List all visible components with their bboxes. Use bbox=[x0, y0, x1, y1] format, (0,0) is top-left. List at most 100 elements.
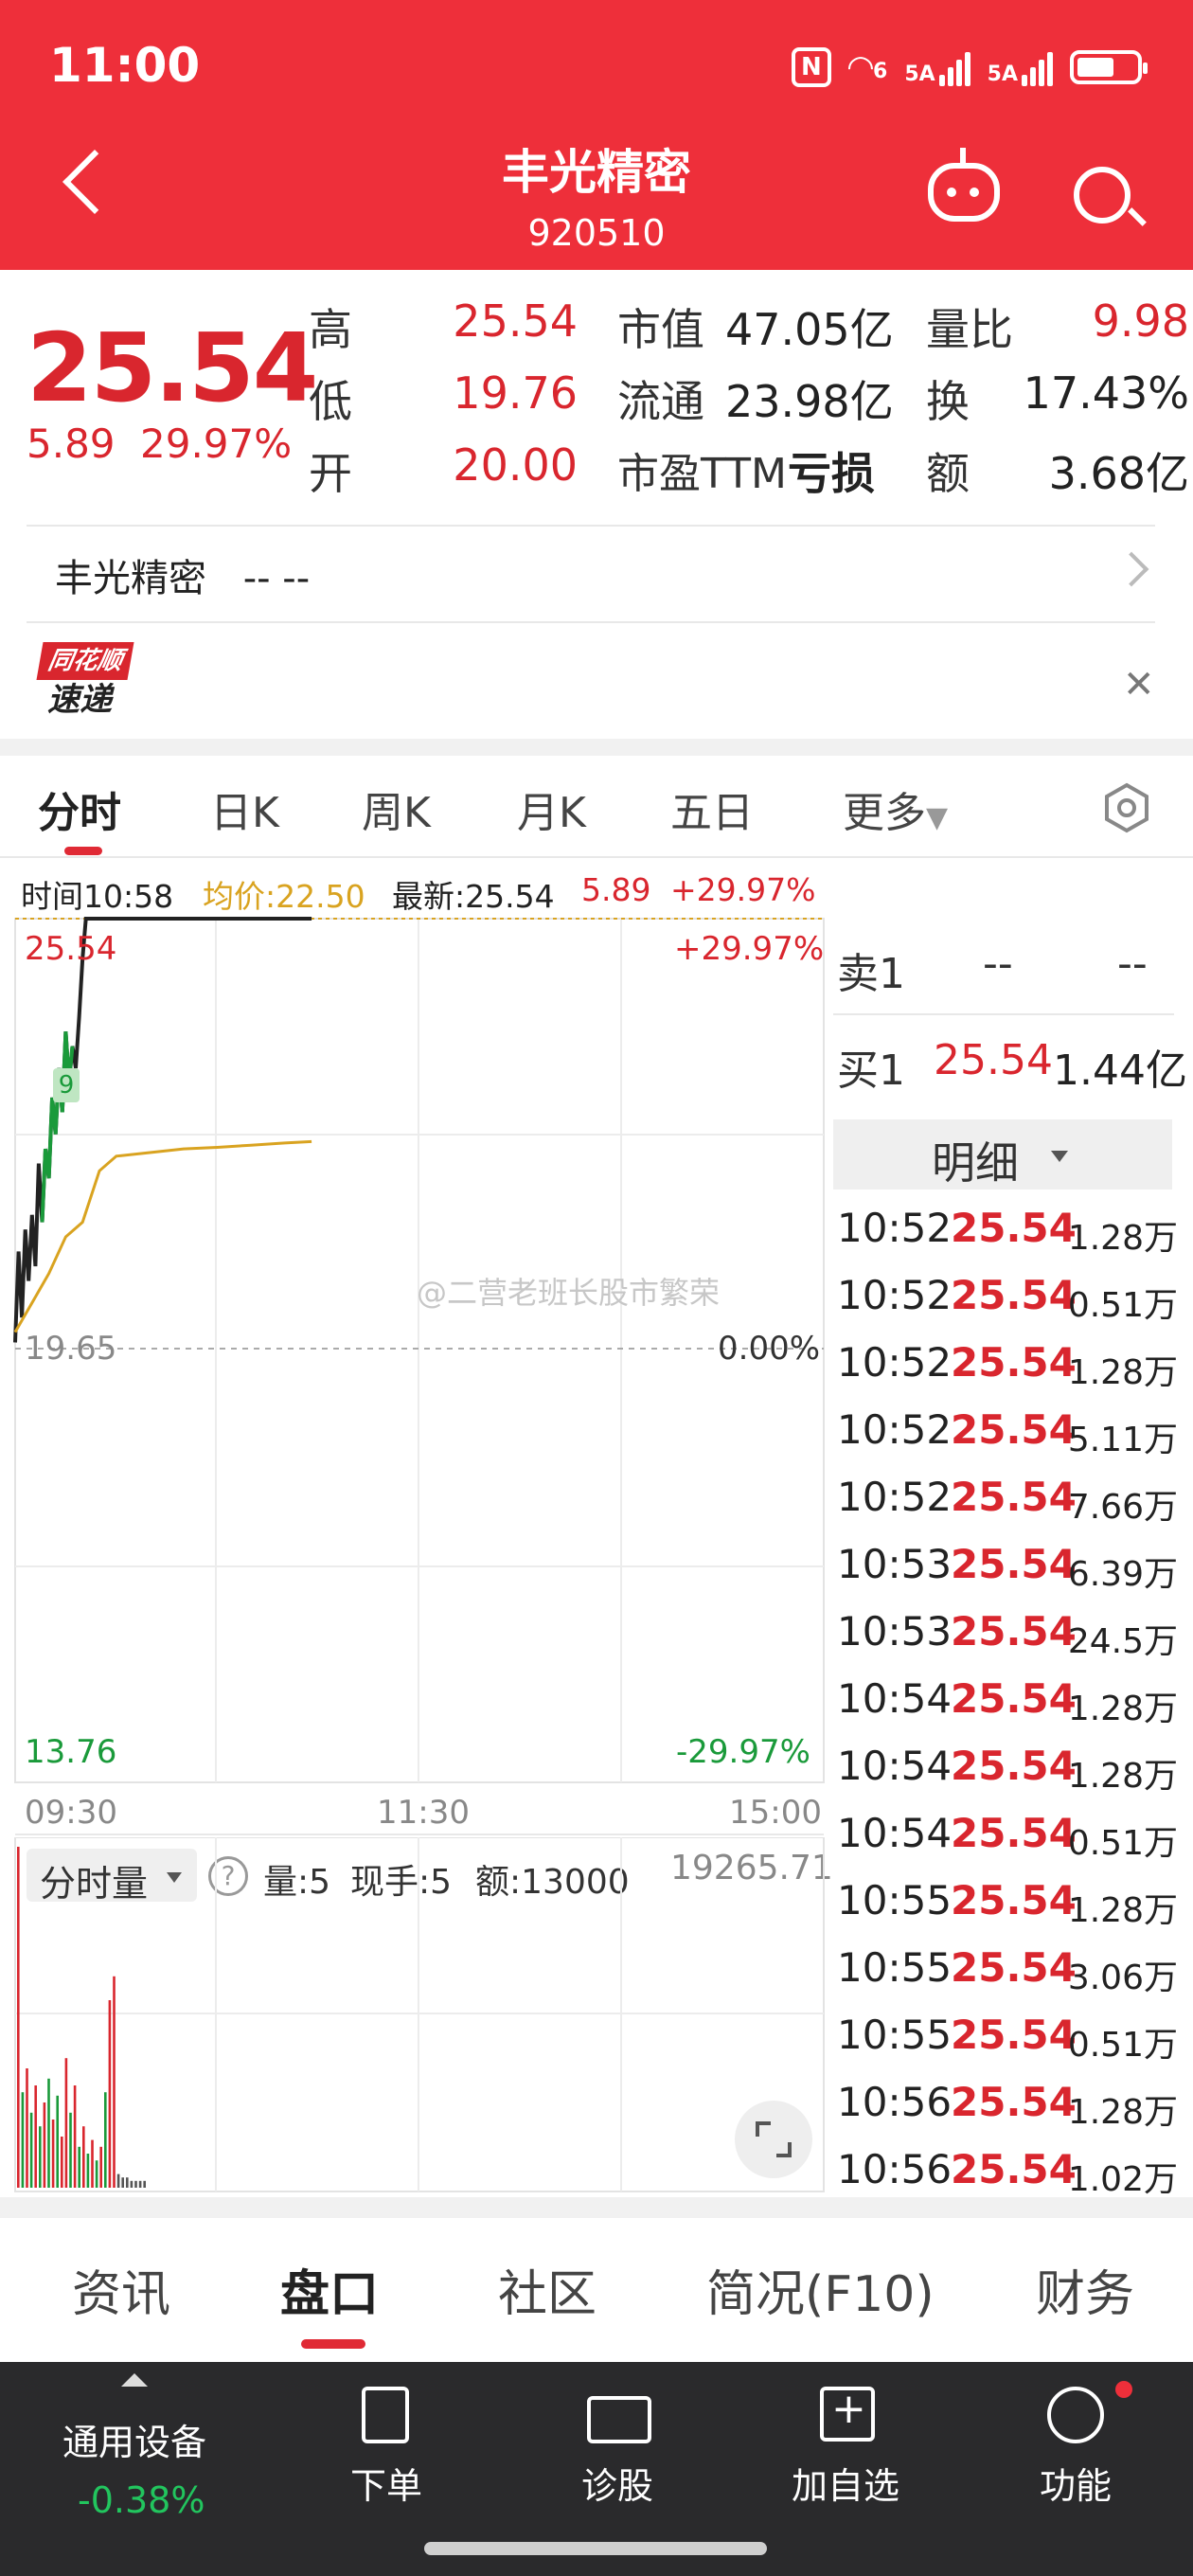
notification-dot bbox=[1115, 2381, 1132, 2398]
volume-bar bbox=[130, 2180, 134, 2188]
tick-price: 25.54 bbox=[951, 2012, 1077, 2058]
tick-volume: 1.28万 bbox=[1067, 1219, 1178, 1258]
volume-bar bbox=[17, 1847, 20, 2188]
tab-monthly-k[interactable]: 月K bbox=[517, 778, 586, 839]
tick-price: 25.54 bbox=[951, 1474, 1077, 1520]
volume-bar bbox=[99, 2146, 102, 2188]
chart-mid-price: 19.65 bbox=[25, 1330, 117, 1368]
tick-row: 10:52 25.54 1.28万 bbox=[837, 1339, 1178, 1406]
diagnose-icon[interactable] bbox=[587, 2396, 651, 2443]
tick-price: 25.54 bbox=[951, 1608, 1077, 1655]
mktcap-label: 市值 bbox=[617, 304, 704, 355]
chart-top-price: 25.54 bbox=[25, 930, 117, 968]
price-line-highlight bbox=[40, 1031, 75, 1223]
settings-hex-icon[interactable] bbox=[1101, 782, 1152, 833]
tab-more[interactable]: 更多▼ bbox=[843, 778, 948, 839]
tab-finance[interactable]: 财务 bbox=[1036, 2254, 1134, 2325]
mktcap-value: 47.05亿 bbox=[725, 304, 894, 355]
tab-community[interactable]: 社区 bbox=[498, 2254, 596, 2325]
tick-volume: 0.51万 bbox=[1067, 1286, 1178, 1325]
tick-volume: 0.51万 bbox=[1067, 1824, 1178, 1863]
tick-price: 25.54 bbox=[951, 1339, 1077, 1386]
tick-time: 10:52 bbox=[837, 1272, 953, 1318]
tab-daily-k[interactable]: 日K bbox=[210, 778, 279, 839]
active-tab-indicator bbox=[301, 2339, 365, 2349]
add-watch-button[interactable]: 加自选 bbox=[792, 2457, 899, 2509]
order-icon[interactable] bbox=[362, 2387, 409, 2443]
price-change-pct: 29.97% bbox=[140, 420, 293, 467]
signal-icon-1: 5A bbox=[904, 48, 970, 86]
news-row-value: -- -- bbox=[242, 557, 311, 600]
tab-intraday[interactable]: 分时 bbox=[38, 778, 121, 839]
ths-express-logo[interactable]: 同花顺 速递 bbox=[36, 642, 134, 720]
amount-value: 3.68亿 bbox=[1048, 448, 1189, 499]
caret-down-icon: ▼ bbox=[926, 801, 949, 834]
search-icon[interactable] bbox=[1074, 167, 1131, 224]
amount-label: 额 bbox=[926, 448, 970, 499]
volume-bar bbox=[126, 2177, 129, 2188]
tick-time: 10:55 bbox=[837, 1877, 953, 1923]
tick-time: 10:53 bbox=[837, 1608, 953, 1655]
tick-row: 10:52 25.54 7.66万 bbox=[837, 1474, 1178, 1541]
sell1-volume: -- bbox=[1117, 939, 1148, 988]
volume-bar bbox=[113, 1976, 116, 2188]
tick-volume: 3.06万 bbox=[1067, 1959, 1178, 1997]
tick-price: 25.54 bbox=[951, 1541, 1077, 1587]
app-root: 11:00 N ◠6 5A 5A 丰光精密 920510 25.54 5.89 … bbox=[0, 0, 1193, 2576]
high-value: 25.54 bbox=[453, 295, 578, 347]
tick-price: 25.54 bbox=[951, 1944, 1077, 1991]
tick-volume: 1.28万 bbox=[1067, 1757, 1178, 1796]
news-row[interactable]: 丰光精密 -- -- bbox=[55, 547, 310, 602]
section-gap bbox=[0, 739, 1193, 756]
order-button[interactable]: 下单 bbox=[350, 2457, 422, 2509]
float-label: 流通 bbox=[617, 376, 704, 427]
news-row-name: 丰光精密 bbox=[55, 557, 206, 600]
chart-top-pct: +29.97% bbox=[674, 930, 825, 968]
tab-handicap[interactable]: 盘口 bbox=[280, 2254, 379, 2325]
tick-time: 10:55 bbox=[837, 2012, 953, 2058]
function-button[interactable]: 功能 bbox=[1040, 2457, 1112, 2509]
tab-f10[interactable]: 简况(F10) bbox=[706, 2254, 935, 2325]
tick-price: 25.54 bbox=[951, 1406, 1077, 1453]
sector-label[interactable]: 通用设备 bbox=[62, 2413, 206, 2465]
chart-marker-badge[interactable]: 9 bbox=[53, 1068, 80, 1102]
volume-bar bbox=[86, 2154, 90, 2188]
caret-up-icon[interactable] bbox=[121, 2373, 148, 2387]
home-indicator[interactable] bbox=[424, 2542, 767, 2555]
tick-price: 25.54 bbox=[951, 1877, 1077, 1923]
tick-volume: 1.28万 bbox=[1067, 1690, 1178, 1728]
tick-price: 25.54 bbox=[951, 1810, 1077, 1856]
buy1-price: 25.54 bbox=[934, 1036, 1053, 1084]
tab-five-day[interactable]: 五日 bbox=[670, 778, 754, 839]
volume-bar bbox=[78, 2146, 80, 2188]
tick-volume: 1.02万 bbox=[1067, 2160, 1178, 2199]
tick-price: 25.54 bbox=[951, 2079, 1077, 2125]
tab-weekly-k[interactable]: 周K bbox=[362, 778, 431, 839]
low-label: 低 bbox=[309, 376, 352, 427]
chevron-right-icon[interactable] bbox=[1113, 551, 1149, 587]
tick-row: 10:53 25.54 24.5万 bbox=[837, 1608, 1178, 1675]
last-price: 25.54 bbox=[27, 313, 318, 423]
close-icon[interactable]: ✕ bbox=[1123, 663, 1155, 707]
volume-bar bbox=[104, 2092, 107, 2188]
info-change: 5.89 bbox=[581, 871, 651, 908]
expand-button[interactable] bbox=[735, 2101, 812, 2178]
volume-bar bbox=[82, 2126, 85, 2188]
tick-volume: 1.28万 bbox=[1067, 1891, 1178, 1930]
turnover-label: 换 bbox=[926, 376, 970, 427]
nfc-icon: N bbox=[791, 47, 831, 87]
tick-time: 10:56 bbox=[837, 2146, 953, 2192]
divider bbox=[15, 1834, 824, 1835]
tick-row: 10:54 25.54 1.28万 bbox=[837, 1743, 1178, 1810]
tick-price: 25.54 bbox=[951, 2146, 1077, 2192]
function-icon[interactable] bbox=[1047, 2387, 1104, 2443]
avg-price-line bbox=[13, 1139, 312, 1333]
wifi-icon: ◠6 bbox=[847, 48, 888, 86]
tick-row: 10:55 25.54 1.28万 bbox=[837, 1877, 1178, 1944]
diagnose-button[interactable]: 诊股 bbox=[581, 2457, 653, 2509]
tab-news[interactable]: 资讯 bbox=[72, 2254, 170, 2325]
tick-volume: 24.5万 bbox=[1067, 1622, 1178, 1661]
chart-bot-price: 13.76 bbox=[25, 1733, 117, 1771]
tick-row: 10:54 25.54 0.51万 bbox=[837, 1810, 1178, 1877]
robot-assistant-icon[interactable] bbox=[928, 148, 1000, 222]
